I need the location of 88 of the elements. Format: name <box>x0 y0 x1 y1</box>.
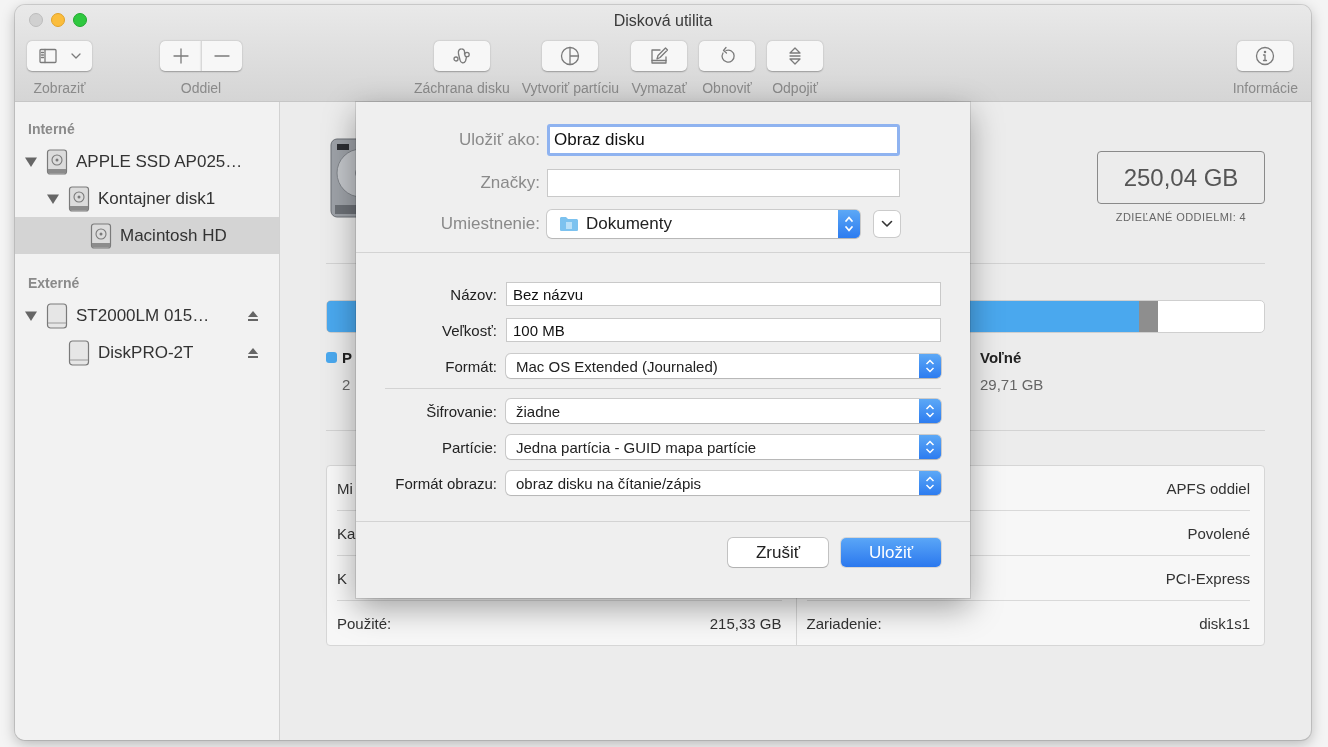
external-drive-icon <box>46 302 68 329</box>
toolbar-label: Vymazať <box>631 80 687 96</box>
minimize-button[interactable] <box>51 13 65 27</box>
sidebar-section-header: Interné <box>27 120 76 139</box>
toolbar-label: Zobraziť <box>33 80 86 96</box>
remove-button[interactable] <box>201 41 242 71</box>
field-label: Formát obrazu: <box>394 474 497 492</box>
toolbar-label: Informácie <box>1232 80 1298 96</box>
chevron-down-icon <box>70 52 81 60</box>
hard-drive-icon <box>68 185 90 212</box>
info-label: Použité: <box>337 614 392 632</box>
info-label: Mi <box>337 479 353 497</box>
sidebar-item[interactable]: APPLE SSD AP025… <box>15 143 279 180</box>
text-field[interactable]: Obraz disku <box>547 124 900 156</box>
field-label: Názov: <box>449 285 497 303</box>
sidebar-icon <box>38 48 57 64</box>
disclosure-triangle-icon[interactable] <box>24 155 38 168</box>
info-value: 215,33 GB <box>709 614 782 632</box>
field-label: Uložiť ako: <box>458 130 540 150</box>
eject-icon[interactable] <box>247 309 259 322</box>
info-value: Povolené <box>1187 524 1250 542</box>
dropdown[interactable]: žiadne <box>506 399 941 423</box>
stepper-icon <box>919 471 941 495</box>
text-field[interactable]: 100 MB <box>506 318 941 342</box>
dropdown[interactable]: obraz disku na čítanie/zápis <box>506 471 941 495</box>
info-label: K <box>337 569 347 587</box>
disk-rescue-button[interactable] <box>433 41 490 71</box>
text-field[interactable]: Bez názvu <box>506 282 941 306</box>
toolbar-label: Odpojiť <box>772 80 818 96</box>
field-label: Partície: <box>440 438 497 456</box>
disclosure-triangle-icon[interactable] <box>46 192 60 205</box>
capacity-value: 250,04 GB <box>1097 151 1265 204</box>
external-drive-icon <box>68 339 90 366</box>
toolbar-label: Obnoviť <box>702 80 752 96</box>
erase-button[interactable] <box>631 41 688 71</box>
dropdown[interactable]: Mac OS Extended (Journaled) <box>506 354 941 378</box>
minus-icon <box>214 54 230 58</box>
sidebar-section-header: Externé <box>27 274 81 293</box>
stepper-icon <box>919 354 941 378</box>
info-value: disk1s1 <box>1199 614 1250 632</box>
field-label: Formát: <box>444 357 497 375</box>
info-value: APFS oddiel <box>1166 479 1250 497</box>
hard-drive-icon <box>90 222 112 249</box>
legend-label: P <box>342 349 352 366</box>
cancel-button[interactable]: Zrušiť <box>728 538 828 567</box>
pencil-icon <box>649 46 670 66</box>
add-button[interactable] <box>160 41 201 71</box>
expand-button[interactable] <box>874 211 900 237</box>
sidebar-item[interactable]: DiskPRO-2T <box>15 334 279 371</box>
sidebar-item[interactable]: Macintosh HD <box>15 217 279 254</box>
shared-volumes-label: ZDIEĽANÉ ODDIELMI: 4 <box>1115 211 1247 223</box>
dropdown[interactable]: Jedna partícia - GUID mapa partície <box>506 435 941 459</box>
sidebar-item[interactable]: ST2000LM 015… <box>15 297 279 334</box>
folder-icon <box>559 216 579 232</box>
disclosure-triangle-icon[interactable] <box>24 309 38 322</box>
toolbar-label: Záchrana disku <box>414 80 510 96</box>
sidebar-item[interactable]: Kontajner disk1 <box>15 180 279 217</box>
toolbar-label: Vytvoriť partíciu <box>521 80 620 96</box>
unmount-button[interactable] <box>767 41 824 71</box>
stepper-icon <box>919 399 941 423</box>
view-button[interactable] <box>27 41 92 71</box>
legend-value: 29,71 GB <box>980 376 1044 393</box>
zoom-button[interactable] <box>73 13 87 27</box>
stepper-icon <box>919 435 941 459</box>
window-title: Disková utilita <box>613 12 713 29</box>
info-icon <box>1255 46 1276 66</box>
legend-value: 2 <box>342 376 352 393</box>
partition-button[interactable] <box>542 41 599 71</box>
pie-chart-icon <box>560 46 581 66</box>
stethoscope-icon <box>451 46 472 66</box>
location-dropdown[interactable]: Dokumenty <box>547 210 860 238</box>
info-button[interactable] <box>1237 41 1294 71</box>
text-field[interactable] <box>547 169 900 197</box>
stepper-icon <box>838 210 860 238</box>
info-value: PCI-Express <box>1165 569 1250 587</box>
plus-icon <box>172 48 189 64</box>
info-label: Ka <box>337 524 356 542</box>
field-label: Umiestnenie: <box>439 214 540 234</box>
hard-drive-icon <box>46 148 68 175</box>
field-label: Šifrovanie: <box>425 402 497 420</box>
field-label: Veľkosť: <box>440 321 497 339</box>
eject-icon[interactable] <box>247 346 259 359</box>
field-label: Značky: <box>479 173 540 193</box>
info-label: Zariadenie: <box>806 614 882 632</box>
restore-button[interactable] <box>699 41 756 71</box>
legend-label: Voľné <box>980 349 1023 366</box>
toolbar-label: Oddiel <box>180 80 222 96</box>
chevron-down-icon <box>881 220 893 228</box>
